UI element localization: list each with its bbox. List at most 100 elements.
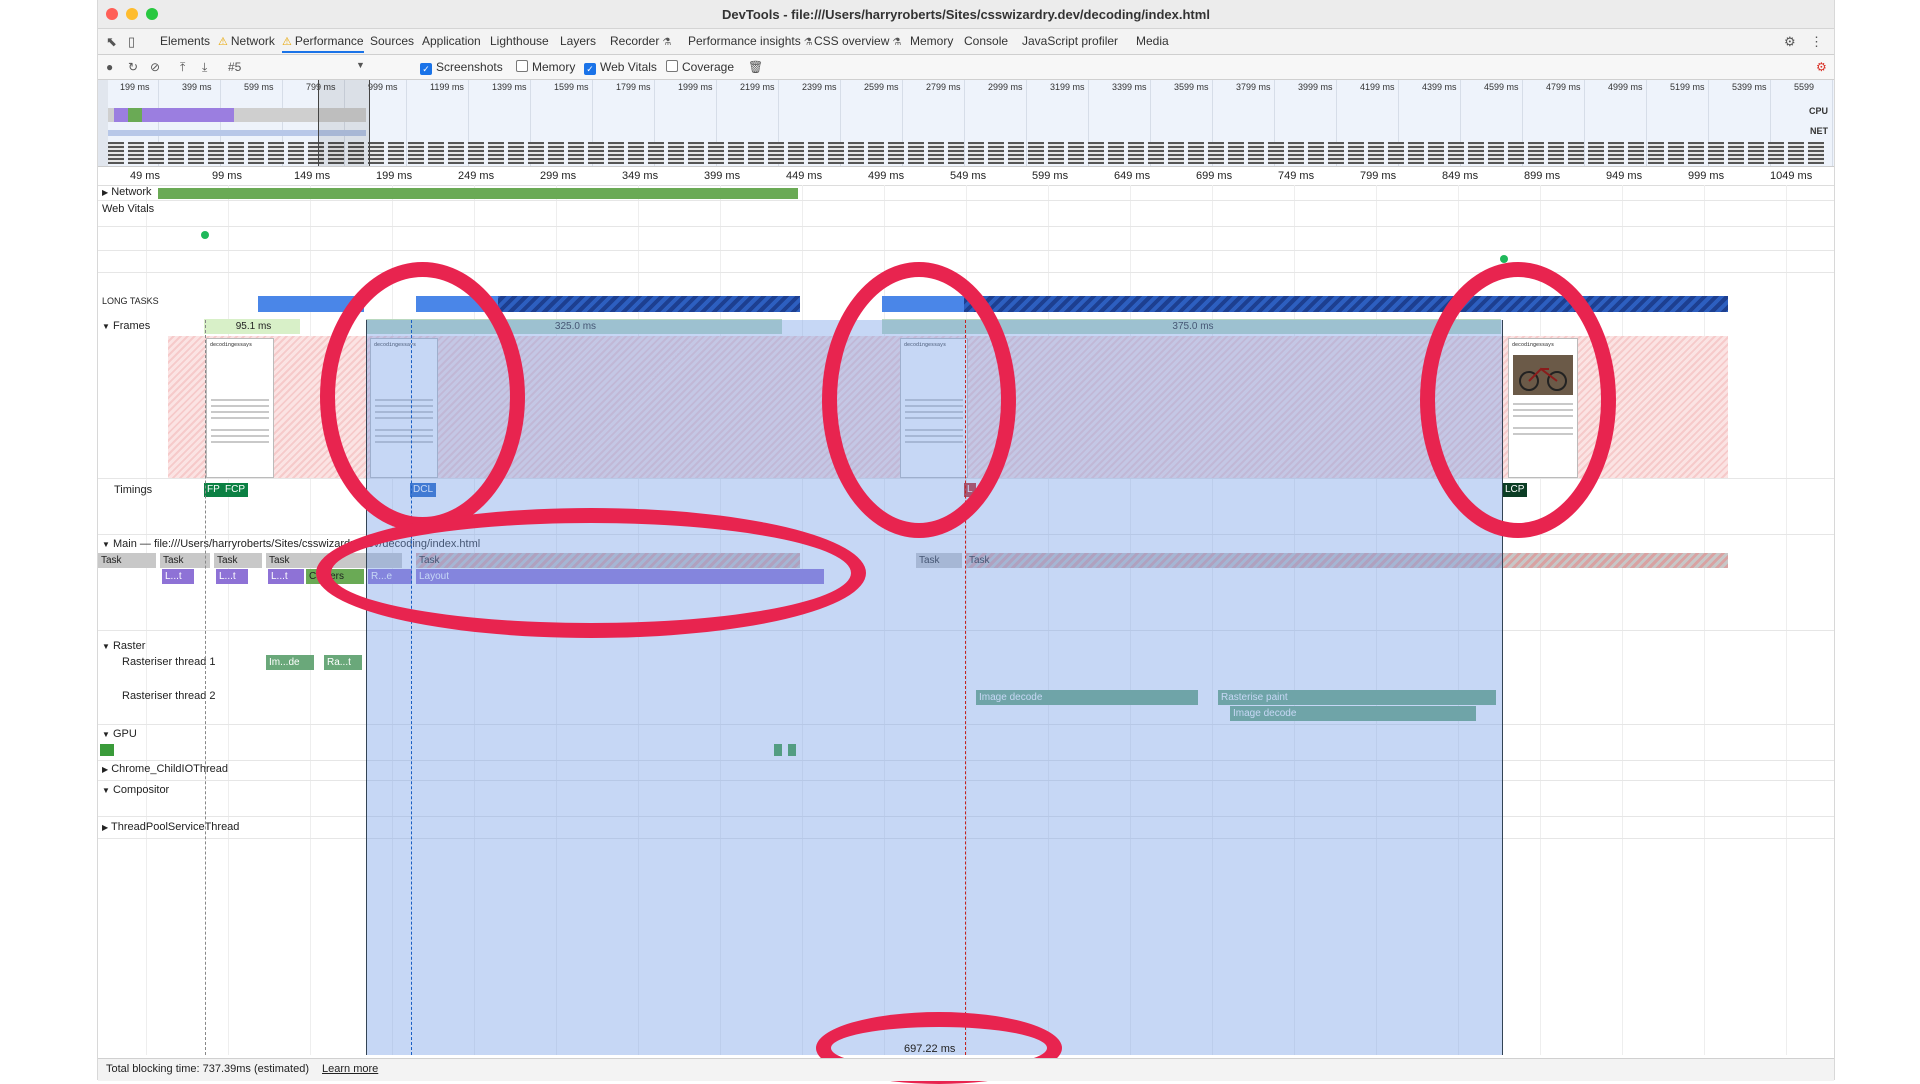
tab-performance[interactable]: ⚠ Performance — [282, 34, 364, 53]
flask-icon: ⚗ — [662, 37, 672, 48]
task-bar[interactable]: Task — [160, 553, 210, 568]
gpu-track-label[interactable]: ▼ GPU — [102, 728, 137, 740]
garbage-collect-icon[interactable]: 🗑 — [748, 60, 763, 74]
cpu-label: CPU — [1808, 106, 1828, 116]
annotation-ellipse — [316, 508, 866, 638]
flask-icon: ⚗ — [803, 37, 813, 48]
filmstrip-frame — [1368, 142, 1384, 164]
inspect-element-icon[interactable]: ⬉ — [106, 34, 117, 50]
filmstrip-frame — [1248, 142, 1264, 164]
chevron-down-icon: ▼ — [102, 786, 110, 795]
annotation-circle — [320, 262, 525, 532]
settings-gear-icon[interactable]: ⚙ — [1784, 34, 1796, 50]
tab-network[interactable]: ⚠ Network — [218, 34, 275, 48]
tab-recorder[interactable]: Recorder ⚗ — [610, 34, 671, 48]
overview-selection-window[interactable] — [318, 80, 370, 166]
filmstrip-frame — [1548, 142, 1564, 164]
ruler-tick-label: 949 ms — [1606, 170, 1643, 182]
image-decode-bar[interactable]: Im...de — [266, 655, 314, 670]
layout-bar[interactable]: L...t — [268, 569, 304, 584]
title-bar: DevTools - file:///Users/harryroberts/Si… — [98, 0, 1834, 29]
frames-track-label[interactable]: ▼ Frames — [102, 320, 150, 332]
web-vital-dot[interactable] — [201, 231, 209, 239]
fp-marker[interactable]: FP — [204, 483, 223, 497]
filmstrip-frame — [488, 142, 504, 164]
ruler-tick-label: 999 ms — [1688, 170, 1725, 182]
tab-console[interactable]: Console — [964, 34, 1008, 48]
tab-javascript-profiler[interactable]: JavaScript profiler — [1022, 34, 1118, 48]
child-io-thread-track-label[interactable]: ▶ Chrome_ChildIOThread — [102, 763, 228, 775]
tab-elements[interactable]: Elements — [160, 34, 210, 48]
layout-bar[interactable]: L...t — [162, 569, 194, 584]
upload-profile-icon[interactable]: ⤒ — [180, 60, 185, 75]
fcp-marker[interactable]: FCP — [222, 483, 248, 497]
record-icon[interactable]: ● — [106, 60, 113, 74]
window-title: DevTools - file:///Users/harryroberts/Si… — [722, 7, 1210, 22]
task-bar[interactable]: Task — [214, 553, 262, 568]
layout-bar[interactable]: L...t — [216, 569, 248, 584]
ruler-tick-label: 699 ms — [1196, 170, 1233, 182]
tab-css-overview[interactable]: CSS overview ⚗ — [814, 34, 901, 48]
flask-icon: ⚗ — [892, 37, 902, 48]
raster-track-label[interactable]: ▼ Raster — [102, 640, 145, 652]
tab-sources[interactable]: Sources — [370, 34, 414, 48]
ruler-tick-label: 199 ms — [376, 170, 413, 182]
filmstrip-frame — [148, 142, 164, 164]
learn-more-link[interactable]: Learn more — [322, 1063, 378, 1075]
filmstrip-frame — [948, 142, 964, 164]
ruler-tick-label: 99 ms — [212, 170, 242, 182]
download-profile-icon[interactable]: ⤓ — [202, 60, 207, 75]
total-blocking-time: Total blocking time: 737.39ms (estimated… — [106, 1063, 309, 1075]
profile-select[interactable]: #5 ▼ — [228, 60, 368, 74]
filmstrip-frame — [1308, 142, 1324, 164]
coverage-checkbox[interactable]: Coverage — [666, 60, 734, 74]
rasterise-paint-bar[interactable]: Ra...t — [324, 655, 362, 670]
filmstrip-frame — [1808, 142, 1824, 164]
capture-settings-gear-icon[interactable]: ⚙ — [1816, 60, 1827, 74]
filmstrip-frame — [1708, 142, 1724, 164]
status-bar: Total blocking time: 737.39ms (estimated… — [98, 1058, 1834, 1081]
chevron-down-icon: ▼ — [102, 730, 110, 739]
filmstrip-frame — [1048, 142, 1064, 164]
tab-application[interactable]: Application — [422, 34, 481, 48]
panel-tab-bar: ⬉ ▯ Elements ⚠ Network ⚠ Performance Sourc… — [98, 29, 1834, 55]
filmstrip-frame — [1208, 142, 1224, 164]
task-bar[interactable]: Task — [98, 553, 156, 568]
chevron-down-icon: ▼ — [102, 642, 110, 651]
tab-memory[interactable]: Memory — [910, 34, 953, 48]
filmstrip-frame — [728, 142, 744, 164]
more-options-icon[interactable]: ⋮ — [1810, 34, 1823, 50]
frame-bar[interactable]: 95.1 ms — [204, 319, 300, 334]
ruler-tick-label: 399 ms — [704, 170, 741, 182]
filmstrip-frame — [708, 142, 724, 164]
device-toolbar-icon[interactable]: ▯ — [128, 34, 135, 50]
reload-record-icon[interactable]: ↻ — [128, 60, 138, 74]
filmstrip-frame — [828, 142, 844, 164]
long-task-bar[interactable] — [882, 296, 1728, 312]
tab-media[interactable]: Media — [1136, 34, 1169, 48]
screenshots-checkbox[interactable]: ✓ Screenshots — [420, 60, 503, 75]
filmstrip-frame — [168, 142, 184, 164]
ruler-tick-label: 849 ms — [1442, 170, 1479, 182]
memory-checkbox[interactable]: Memory — [516, 60, 575, 74]
filmstrip-frame — [808, 142, 824, 164]
web-vitals-track-label: Web Vitals — [102, 203, 155, 215]
overview-tick-label: 1799 ms — [616, 82, 651, 92]
devtools-window: DevTools - file:///Users/harryroberts/Si… — [97, 0, 1835, 1084]
tab-layers[interactable]: Layers — [560, 34, 596, 48]
network-track-label[interactable]: ▶ Network — [102, 186, 152, 198]
compositor-track-label[interactable]: ▼ Compositor — [102, 784, 169, 796]
overview-tick-label: 5399 ms — [1732, 82, 1767, 92]
filmstrip-frame — [1528, 142, 1544, 164]
timeline-overview[interactable]: 199 ms 399 ms 599 ms 799 ms 999 ms 1199 ms 139… — [98, 80, 1834, 167]
ruler-tick-label: 1049 ms — [1770, 170, 1813, 182]
filmstrip-frame — [1648, 142, 1664, 164]
tab-performance-insights[interactable]: Performance insights ⚗ — [688, 34, 813, 48]
filmstrip-frame — [1108, 142, 1124, 164]
clear-icon[interactable]: ⊘ — [150, 60, 160, 74]
frame-screenshot[interactable]: decodingessays — [206, 338, 274, 478]
web-vitals-checkbox[interactable]: ✓ Web Vitals — [584, 60, 657, 75]
thread-pool-track-label[interactable]: ▶ ThreadPoolServiceThread — [102, 821, 239, 833]
filmstrip-frame — [1408, 142, 1424, 164]
tab-lighthouse[interactable]: Lighthouse — [490, 34, 549, 48]
